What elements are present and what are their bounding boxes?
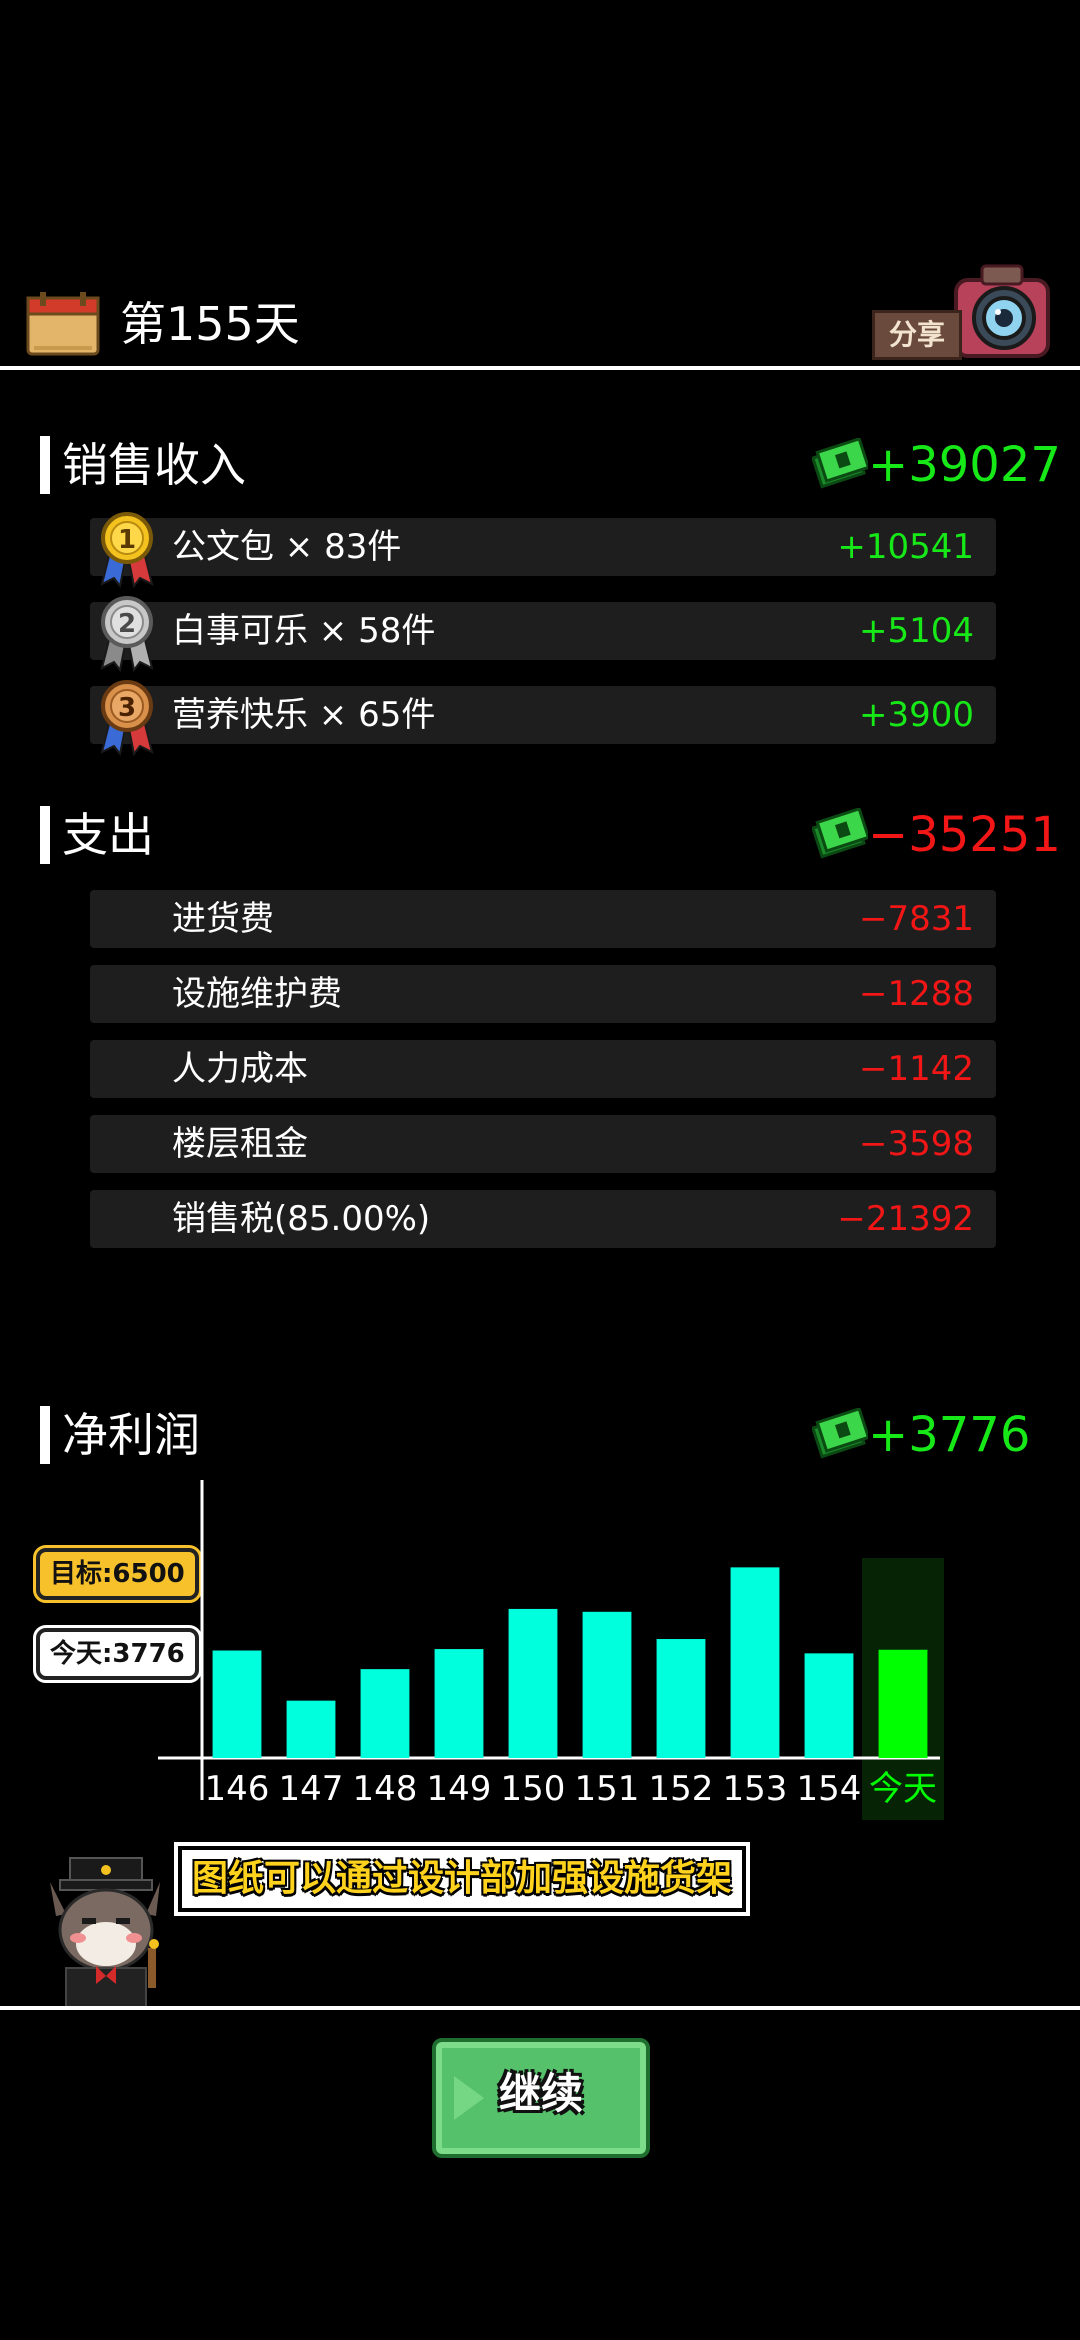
list-item: 销售税(85.00%) −21392	[90, 1190, 996, 1248]
camera-icon	[954, 264, 1050, 358]
x-tick-label: 148	[353, 1769, 418, 1809]
item-value: −7831	[858, 899, 974, 939]
list-item: 进货费 −7831	[90, 890, 996, 948]
cat-manager-mascot	[50, 1857, 160, 2009]
x-tick-label: 149	[427, 1769, 492, 1809]
profit-title: 净利润	[62, 1408, 200, 1462]
chart-bar	[434, 1649, 484, 1758]
list-item: 3 营养快乐 × 65件 +3900	[90, 680, 996, 756]
cash-icon	[812, 1408, 868, 1459]
section-marker	[40, 436, 50, 494]
item-value: −1142	[858, 1049, 974, 1089]
item-value: +3900	[858, 695, 974, 735]
continue-label: 继续	[498, 2069, 583, 2118]
item-value: −21392	[837, 1199, 974, 1239]
chart-bar	[730, 1567, 780, 1758]
x-tick-label: 154	[797, 1769, 862, 1809]
section-marker	[40, 806, 50, 864]
list-item: 楼层租金 −3598	[90, 1115, 996, 1173]
footer-divider	[0, 2006, 1080, 2010]
chart-bar	[656, 1639, 706, 1758]
day-title: 第155天	[120, 297, 300, 351]
chart-bar	[582, 1611, 632, 1758]
chart-bar	[286, 1700, 336, 1758]
item-label: 白事可乐 × 58件	[172, 611, 436, 651]
cash-icon	[812, 438, 868, 489]
item-label: 进货费	[172, 899, 274, 939]
chart-bar	[212, 1650, 262, 1758]
item-value: +5104	[858, 611, 974, 651]
profit-total: +3776	[868, 1407, 1031, 1463]
list-item: 人力成本 −1142	[90, 1040, 996, 1098]
x-tick-label: 151	[575, 1769, 640, 1809]
item-value: −1288	[858, 974, 974, 1014]
chart-bar	[508, 1608, 558, 1758]
profit-bar-chart: 146 147 148 149 150 151 152 153 154 今天	[158, 1480, 944, 1820]
item-label: 营养快乐 × 65件	[172, 695, 436, 735]
calendar-icon	[26, 292, 100, 356]
expenses-total: −35251	[868, 807, 1061, 863]
silver-medal-icon: 2	[100, 596, 154, 672]
sales-total: +39027	[868, 437, 1061, 493]
medal-rank: 1	[118, 525, 136, 555]
share-button[interactable]: 分享	[870, 262, 1052, 362]
header-divider	[0, 366, 1080, 370]
list-item: 2 白事可乐 × 58件 +5104	[90, 596, 996, 672]
expenses-title: 支出	[62, 808, 154, 862]
item-value: −3598	[858, 1124, 974, 1164]
gold-medal-icon: 1	[100, 512, 154, 588]
item-value: +10541	[837, 527, 974, 567]
chart-bar	[360, 1669, 410, 1758]
medal-rank: 2	[118, 609, 136, 639]
x-tick-label: 152	[649, 1769, 714, 1809]
chart-bar	[878, 1649, 928, 1758]
share-label: 分享	[872, 310, 962, 360]
sales-title: 销售收入	[62, 438, 246, 492]
cash-icon	[812, 808, 868, 859]
medal-rank: 3	[118, 693, 136, 723]
item-label: 销售税(85.00%)	[172, 1199, 431, 1239]
x-tick-label: 153	[723, 1769, 788, 1809]
tip-text: 图纸可以通过设计部加强设施货架	[173, 1842, 751, 1916]
x-tick-label: 147	[279, 1769, 344, 1809]
x-tick-label: 今天	[869, 1769, 937, 1809]
item-label: 楼层租金	[172, 1124, 308, 1164]
item-label: 设施维护费	[172, 974, 342, 1014]
list-item: 1 公文包 × 83件 +10541	[90, 512, 996, 588]
chart-bar	[804, 1653, 854, 1758]
item-label: 人力成本	[172, 1049, 308, 1089]
x-tick-label: 146	[205, 1769, 270, 1809]
item-label: 公文包 × 83件	[172, 527, 402, 567]
x-tick-label: 150	[501, 1769, 566, 1809]
list-item: 设施维护费 −1288	[90, 965, 996, 1023]
section-marker	[40, 1406, 50, 1464]
bronze-medal-icon: 3	[100, 680, 154, 756]
continue-button[interactable]: 继续	[432, 2038, 650, 2158]
